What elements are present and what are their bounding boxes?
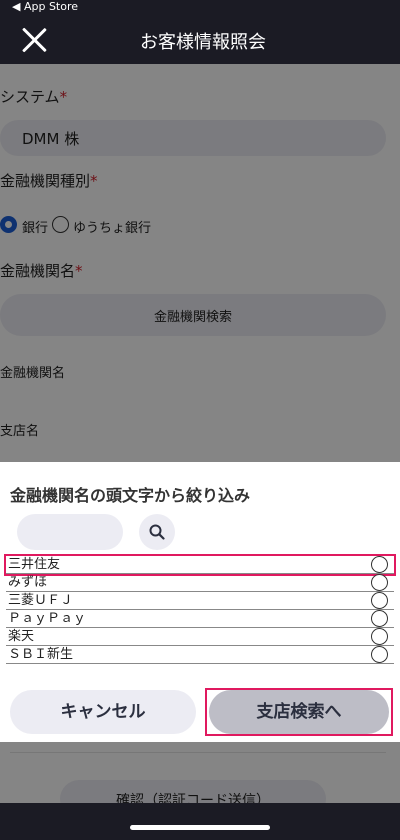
search-button[interactable] <box>139 514 175 550</box>
list-item-mitsui-sumitomo[interactable]: 三井住友 <box>4 554 396 576</box>
bank-name: ＰａｙＰａｙ <box>8 611 87 626</box>
radio-icon[interactable] <box>371 556 388 573</box>
cancel-button[interactable]: キャンセル <box>10 690 196 734</box>
list-item-sbi-shinsei[interactable]: ＳＢＩ新生 <box>6 646 394 664</box>
home-area <box>0 803 400 840</box>
list-item-mufg[interactable]: 三菱ＵＦＪ <box>6 592 394 610</box>
bank-name: 楽天 <box>8 629 35 644</box>
bank-name: みずほ <box>8 575 48 590</box>
bank-name: 三井住友 <box>8 557 61 572</box>
list-item-mizuho[interactable]: みずほ <box>6 574 394 592</box>
divider <box>10 752 386 753</box>
bank-name: 三菱ＵＦＪ <box>8 593 74 608</box>
bank-list: 三井住友 みずほ 三菱ＵＦＪ ＰａｙＰａｙ 楽天 ＳＢＩ新生 <box>4 554 396 664</box>
initial-filter-input[interactable] <box>17 514 123 550</box>
radio-icon[interactable] <box>371 610 388 627</box>
radio-icon[interactable] <box>371 628 388 645</box>
page-title: お客様情報照会 <box>140 32 266 53</box>
branch-search-button[interactable]: 支店検索へ <box>209 690 389 734</box>
list-item-rakuten[interactable]: 楽天 <box>6 628 394 646</box>
back-to-app-store-link[interactable]: ◀ App Store <box>12 0 78 14</box>
radio-icon[interactable] <box>371 646 388 663</box>
bank-filter-sheet: 金融機関名の頭文字から絞り込み 三井住友 みずほ 三菱ＵＦＪ ＰａｙＰａｙ 楽天 <box>0 462 400 742</box>
top-bar: ◀ App Store お客様情報照会 <box>0 0 400 64</box>
radio-icon[interactable] <box>371 574 388 591</box>
radio-icon[interactable] <box>371 592 388 609</box>
list-item-paypay[interactable]: ＰａｙＰａｙ <box>6 610 394 628</box>
home-indicator[interactable] <box>130 825 270 830</box>
bank-name: ＳＢＩ新生 <box>8 647 74 662</box>
sheet-title: 金融機関名の頭文字から絞り込み <box>10 486 251 505</box>
search-icon <box>149 524 165 540</box>
